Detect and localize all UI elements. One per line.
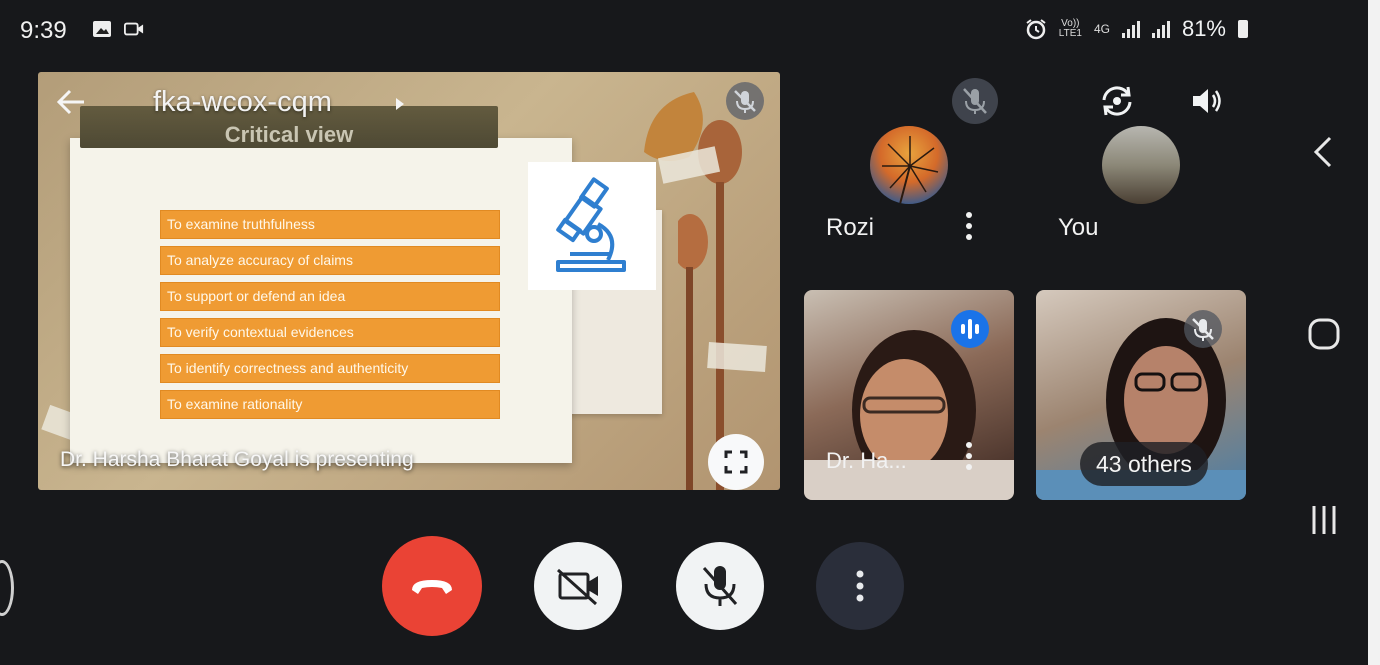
back-arrow-icon[interactable] (56, 88, 86, 116)
nav-home-icon[interactable] (1304, 314, 1344, 354)
status-time: 9:39 (20, 17, 67, 44)
tape-decoration (707, 342, 767, 372)
rozi-muted-badge (952, 78, 998, 124)
switch-camera-button[interactable] (1094, 78, 1140, 124)
speaker-icon (1193, 89, 1221, 113)
slide-bullet-item: To identify correctness and authenticity (160, 354, 500, 383)
status-icons: Vo)) LTE1 4G 81% (1025, 16, 1248, 42)
slide-bullet-list: To examine truthfulness To analyze accur… (160, 210, 500, 426)
more-options-icon[interactable] (966, 212, 972, 245)
audio-output-button[interactable] (1184, 78, 1230, 124)
more-options-button[interactable] (816, 542, 904, 630)
signal-strength-icon (1121, 20, 1140, 38)
rozi-avatar (870, 126, 948, 204)
you-avatar (1102, 126, 1180, 204)
phone-screen: 9:39 Vo)) LTE1 4G 81% Critical view To e… (0, 0, 1380, 665)
gallery-notification-icon (93, 21, 111, 37)
battery-percent: 81% (1181, 16, 1226, 41)
end-call-button[interactable] (382, 536, 482, 636)
participant-name: Rozi (826, 214, 875, 241)
speaking-indicator (951, 310, 989, 348)
mic-toggle-button[interactable] (676, 542, 764, 630)
participant-muted-badge (1184, 310, 1222, 348)
volte-indicator: Vo)) LTE1 (1058, 18, 1082, 39)
slide-bullet-item: To examine truthfulness (160, 210, 500, 239)
battery-icon (1238, 20, 1248, 38)
switch-camera-icon (1102, 86, 1132, 116)
participant-name: You (1058, 214, 1099, 241)
presenting-label: Dr. Harsha Bharat Goyal is presenting (60, 448, 414, 471)
participant-name: Dr. Ha... (826, 448, 907, 473)
slide-bullet-item: To examine rationality (160, 390, 500, 419)
slide-bullet-item: To support or defend an idea (160, 282, 500, 311)
participant-tile-dr[interactable]: Dr. Ha... (804, 290, 1014, 500)
microscope-icon (556, 177, 626, 272)
mic-off-icon (734, 90, 756, 113)
nav-recents-icon[interactable] (1304, 500, 1344, 540)
nav-back-icon[interactable] (1304, 132, 1344, 172)
camera-off-icon (556, 568, 598, 606)
more-options-icon[interactable] (966, 442, 972, 475)
status-bar: 9:39 Vo)) LTE1 4G 81% (0, 0, 1368, 58)
others-count-pill[interactable]: 43 others (1080, 442, 1208, 486)
participant-tile-others[interactable]: 43 others (1036, 290, 1246, 500)
microscope-card (528, 162, 656, 290)
signal-strength-2-icon (1151, 20, 1170, 38)
presenter-muted-badge (726, 82, 764, 120)
participant-tile-rozi[interactable]: Rozi (804, 120, 1022, 270)
more-vert-icon (856, 570, 864, 602)
lte-indicator: 4G (1093, 22, 1110, 36)
slide-bullet-item: To verify contextual evidences (160, 318, 500, 347)
participant-tile-you[interactable]: You (1036, 120, 1254, 270)
meeting-top-bar: fka-wcox-cqm (38, 72, 780, 132)
meeting-code[interactable]: fka-wcox-cqm (153, 86, 332, 119)
fullscreen-icon (724, 450, 748, 474)
camera-toggle-button[interactable] (534, 542, 622, 630)
screen-edge-artifact (0, 560, 14, 616)
mic-off-icon (702, 566, 738, 606)
meeting-details-chevron-icon[interactable] (396, 98, 404, 110)
hang-up-icon (412, 580, 452, 594)
presentation-view[interactable]: Critical view To examine truthfulness To… (38, 72, 780, 490)
audio-level-icon (961, 319, 979, 339)
mic-off-icon (1192, 318, 1214, 341)
video-notification-icon (124, 22, 144, 36)
alarm-icon (1026, 19, 1046, 40)
slide-bullet-item: To analyze accuracy of claims (160, 246, 500, 275)
mic-off-icon (963, 88, 987, 114)
fullscreen-button[interactable] (708, 434, 764, 490)
dandelion-avatar-icon (882, 136, 939, 204)
